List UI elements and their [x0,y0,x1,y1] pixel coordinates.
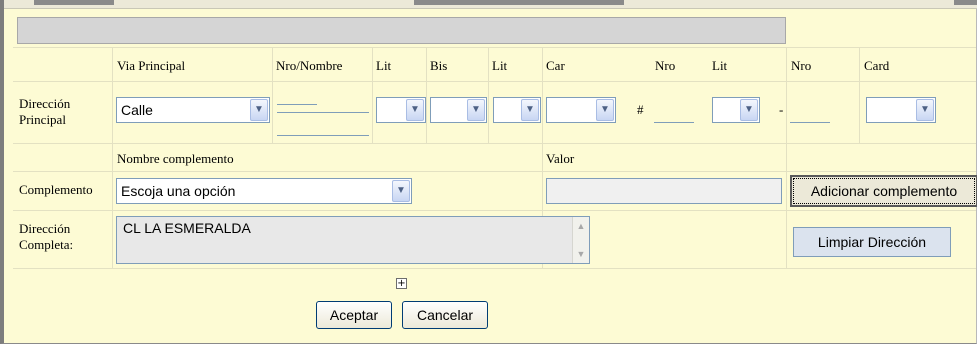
direccion-completa-textarea[interactable]: CL LA ESMERALDA ▲ ▼ [116,216,590,264]
grid-line [426,47,427,143]
grid-line [13,143,976,144]
cancelar-button[interactable]: Cancelar [402,301,488,329]
grid-line [786,47,787,268]
scroll-down-icon[interactable]: ▼ [574,246,588,262]
col-bis: Bis [430,58,448,73]
title-strip-bar [414,0,624,5]
grid-line [13,171,976,172]
chevron-down-icon: ▼ [596,99,614,121]
car-select[interactable]: ▼ [546,97,616,123]
col-lit: Lit [376,58,392,73]
lit-select-2[interactable]: ▼ [493,97,541,123]
chevron-down-icon: ▼ [521,99,539,121]
aceptar-button[interactable]: Aceptar [316,301,392,329]
chevron-down-icon: ▼ [250,99,268,121]
chevron-down-icon: ▼ [916,99,934,121]
col-car: Car [546,58,565,73]
chevron-down-icon: ▼ [740,99,758,121]
title-strip-bar [34,0,114,5]
grid-line [488,47,489,143]
grid-line [13,210,976,211]
address-dialog: Via Principal Nro/Nombre Lit Bis Lit Car… [0,0,977,344]
col-nro-nombre: Nro/Nombre [276,58,343,73]
direccion-principal-label: Dirección Principal [19,96,71,127]
via-principal-select[interactable]: Calle ▼ [116,97,270,123]
nro-input-2[interactable] [790,97,830,123]
lit-select-1[interactable]: ▼ [376,97,426,123]
scroll-up-icon[interactable]: ▲ [574,218,588,234]
valor-header: Valor [546,151,575,166]
textarea-scrollbar[interactable]: ▲ ▼ [572,217,589,263]
grid-line [13,81,976,82]
limpiar-direccion-button[interactable]: Limpiar Dirección [793,227,951,257]
col-lit: Lit [712,58,728,73]
grid-line [859,47,860,143]
nro-input[interactable] [654,97,694,123]
col-nro: Nro [655,58,676,73]
card-select[interactable]: ▼ [866,97,936,123]
col-lit: Lit [492,58,508,73]
lit-select-3[interactable]: ▼ [712,97,760,123]
nro-nombre-divider [277,112,369,113]
direccion-completa-value: CL LA ESMERALDA [123,220,251,236]
nro-nombre-input[interactable] [277,114,369,136]
hash-separator: # [637,102,644,117]
complemento-select[interactable]: Escoja una opción ▼ [116,178,412,204]
direccion-completa-label: Dirección Completa: [19,221,74,252]
nombre-complemento-header: Nombre complemento [117,151,234,166]
nro-nombre-input-small[interactable] [277,83,317,105]
grid-line [112,47,113,268]
chevron-down-icon: ▼ [406,99,424,121]
dash-separator: - [779,102,784,117]
section-header-bar [17,17,786,44]
grid-line [272,47,273,143]
complemento-label: Complemento [19,182,93,197]
title-strip-bar [954,0,977,5]
expand-plus-icon[interactable]: + [396,278,407,289]
grid-line [372,47,373,143]
col-nro: Nro [791,58,812,73]
adicionar-complemento-button[interactable]: Adicionar complemento [790,175,977,207]
grid-line [13,47,976,48]
via-principal-value: Calle [121,102,153,118]
chevron-down-icon: ▼ [467,99,485,121]
chevron-down-icon: ▼ [392,180,410,202]
title-strip [4,0,977,9]
grid-line [13,268,976,269]
col-card: Card [864,58,890,73]
complemento-valor-input[interactable] [546,178,782,204]
complemento-select-value: Escoja una opción [121,183,236,199]
bis-select[interactable]: ▼ [430,97,487,123]
col-via-principal: Via Principal [117,58,186,73]
